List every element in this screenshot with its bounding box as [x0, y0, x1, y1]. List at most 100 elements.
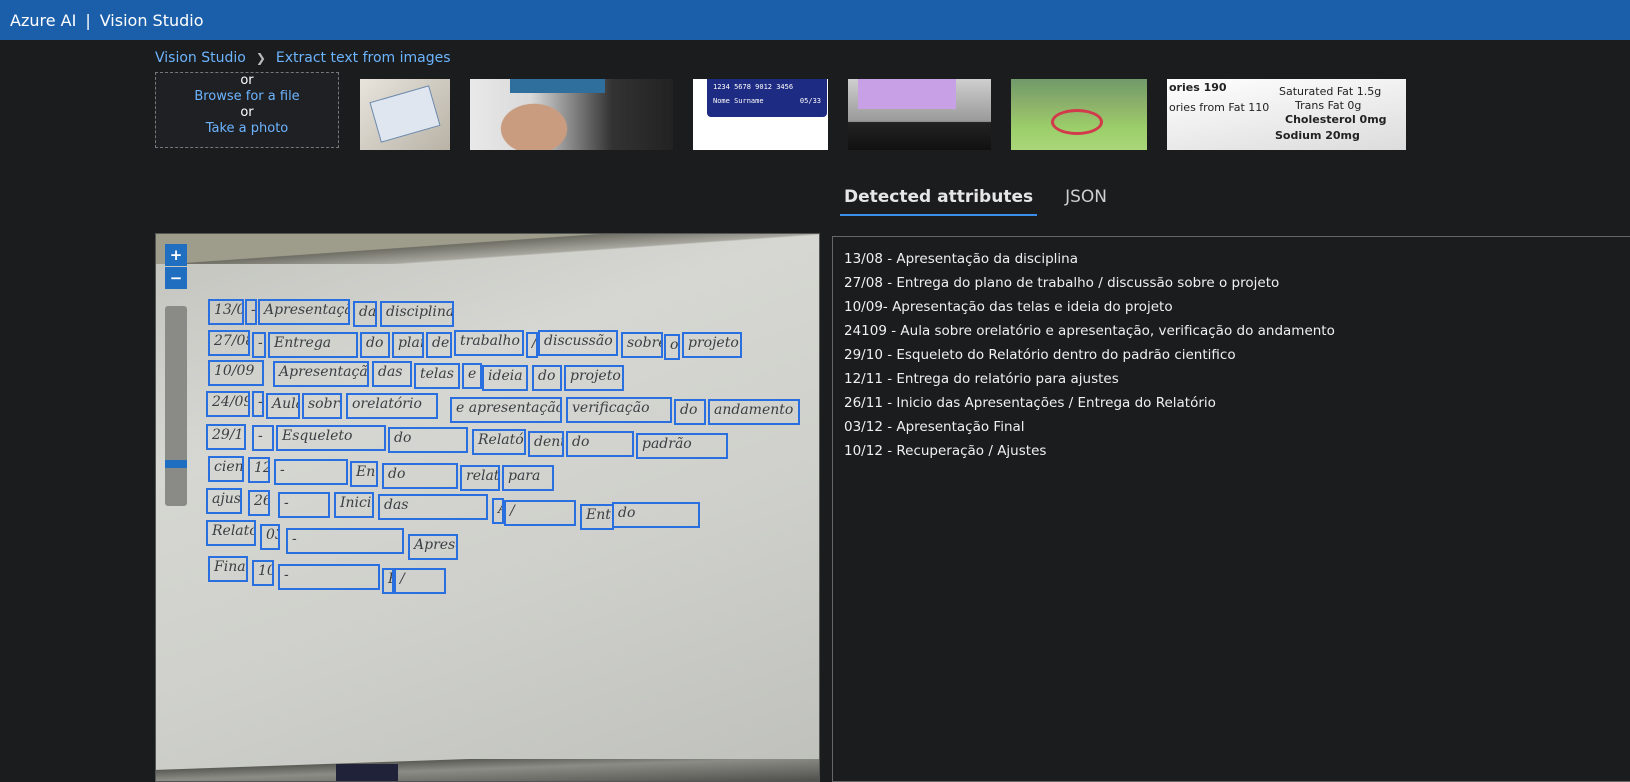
sample-image-nutrition-label[interactable]: ories 190 Saturated Fat 1.5g ories from … — [1167, 79, 1406, 150]
zoom-out-button[interactable]: − — [165, 267, 187, 289]
detected-word-box[interactable]: do — [612, 502, 700, 528]
detected-word-box[interactable]: da — [353, 301, 377, 327]
nutrition-text: Saturated Fat 1.5g — [1279, 85, 1382, 98]
detected-word-box[interactable]: das — [372, 361, 412, 387]
detected-word-box[interactable]: 12/11 — [248, 457, 270, 483]
bicycle-shape — [1051, 109, 1103, 135]
detected-word-box[interactable]: cientifico — [208, 456, 244, 482]
sample-image-credit-card[interactable]: 1234 5678 9012 3456 Nome Surname 05/33 — [693, 79, 828, 150]
id-card-shape — [369, 85, 441, 143]
detected-word-box[interactable]: do — [360, 332, 390, 358]
detected-word-box[interactable]: Inicio — [334, 492, 374, 518]
detected-word-box[interactable]: plano — [392, 332, 424, 358]
image-viewer[interactable]: 13/08-Apresentaçãodadisciplina27/08-Entr… — [155, 233, 820, 782]
whiteboard-rail-bottom — [156, 759, 819, 781]
detected-word-box[interactable]: sobre — [302, 393, 342, 419]
tab-detected-attributes[interactable]: Detected attributes — [840, 180, 1038, 216]
take-photo-link[interactable]: Take a photo — [156, 121, 338, 137]
result-line: 10/12 - Recuperação / Ajustes — [844, 443, 1047, 459]
detected-word-box[interactable]: / — [504, 500, 576, 526]
detected-word-box[interactable]: - — [286, 528, 404, 554]
detected-word-box[interactable]: sobre — [621, 332, 663, 358]
detected-word-box[interactable]: relatório — [460, 465, 500, 491]
detected-word-box[interactable]: do — [674, 399, 706, 425]
detected-word-box[interactable]: ideia — [482, 365, 528, 391]
detected-word-box[interactable]: Apresentação — [258, 299, 350, 325]
sample-image-bicycle[interactable] — [1011, 79, 1147, 150]
credit-card-name: Nome Surname — [713, 97, 764, 105]
detected-word-box[interactable]: de — [426, 332, 452, 358]
detected-word-box[interactable]: Relatório — [472, 429, 526, 455]
sample-image-sticky-note[interactable] — [848, 79, 991, 150]
detected-word-box[interactable]: - — [278, 564, 380, 590]
detected-word-box[interactable]: 29/10 — [206, 424, 246, 450]
detected-word-box[interactable]: Final — [208, 556, 248, 582]
nutrition-text: Trans Fat 0g — [1295, 99, 1362, 112]
detected-word-box[interactable]: - — [278, 492, 330, 518]
nutrition-text: Sodium 20mg — [1275, 129, 1360, 142]
detected-word-box[interactable]: trabalho — [454, 330, 524, 356]
detected-word-box[interactable]: orelatório — [346, 393, 438, 419]
detected-word-box[interactable]: - — [245, 299, 257, 325]
detected-word-box[interactable]: projeto — [682, 332, 742, 358]
detected-word-box[interactable]: Entrega — [580, 504, 614, 530]
detected-word-box[interactable]: do — [566, 431, 634, 457]
detected-word-box[interactable]: verificação — [566, 397, 672, 423]
detected-word-box[interactable]: Apresentação — [408, 534, 458, 560]
detected-word-box[interactable]: o — [664, 334, 680, 360]
detected-word-box[interactable]: Relatório — [206, 520, 256, 546]
detected-word-box[interactable]: - — [252, 332, 266, 358]
detected-word-box[interactable]: Recuperação — [382, 568, 394, 594]
detected-word-box[interactable]: 10/09 — [208, 360, 264, 386]
browse-file-link[interactable]: Browse for a file — [156, 89, 338, 105]
detected-word-box[interactable]: / — [394, 568, 446, 594]
result-line: 27/08 - Entrega do plano de trabalho / d… — [844, 275, 1280, 291]
detected-word-box[interactable]: 27/08 — [208, 330, 250, 356]
detected-word-box[interactable]: 13/08 — [208, 299, 244, 325]
tab-json[interactable]: JSON — [1061, 180, 1111, 216]
detected-word-box[interactable]: andamento — [708, 399, 800, 425]
detected-word-box[interactable]: ajustes — [206, 488, 242, 514]
or-label: or — [240, 73, 254, 88]
zoom-slider-thumb[interactable] — [165, 460, 187, 468]
detected-word-box[interactable]: do — [388, 427, 468, 453]
detected-word-box[interactable]: - — [274, 459, 348, 485]
detected-word-box[interactable]: 03/12 — [260, 524, 280, 550]
detected-word-box[interactable]: das — [378, 494, 488, 520]
detected-word-box[interactable]: Entrega — [350, 461, 378, 487]
detected-word-box[interactable]: discussão — [538, 330, 618, 356]
breadcrumb-current[interactable]: Extract text from images — [276, 50, 451, 66]
zoom-in-button[interactable]: + — [165, 244, 187, 266]
detected-word-box[interactable]: e apresentação — [450, 397, 562, 423]
detected-word-box[interactable]: padrão — [636, 433, 728, 459]
zoom-slider[interactable] — [165, 306, 187, 506]
sample-image-card-photo[interactable] — [360, 79, 450, 150]
detected-word-box[interactable]: do — [382, 463, 458, 489]
detected-word-box[interactable]: do — [532, 365, 562, 391]
detected-word-box[interactable]: para — [502, 465, 554, 491]
detected-word-box[interactable]: e — [462, 363, 482, 389]
sample-image-person-id[interactable] — [470, 79, 673, 150]
detected-word-box[interactable]: / — [526, 332, 538, 358]
upload-dropzone[interactable]: or Browse for a file or Take a photo — [155, 72, 339, 148]
detected-word-box[interactable]: projeto — [564, 365, 624, 391]
detected-word-box[interactable]: 24/09 — [206, 391, 250, 417]
detected-word-box[interactable]: disciplina — [380, 301, 454, 327]
detected-word-box[interactable]: Apresentação — [273, 361, 369, 387]
detected-word-box[interactable]: Aula — [266, 393, 300, 419]
detected-word-box[interactable]: 26/11 — [248, 490, 270, 516]
whiteboard-eraser — [336, 764, 398, 781]
detected-word-box[interactable]: Entrega — [268, 332, 358, 358]
detected-word-box[interactable]: Esqueleto — [276, 425, 386, 451]
result-line: 13/08 - Apresentação da disciplina — [844, 251, 1078, 267]
detected-word-box[interactable]: - — [252, 425, 274, 451]
product-name[interactable]: Vision Studio — [100, 11, 204, 30]
detected-word-box[interactable]: - — [252, 391, 264, 417]
brand-label[interactable]: Azure AI — [10, 11, 76, 30]
detected-word-box[interactable]: dentro — [528, 431, 564, 457]
brand-separator: | — [85, 10, 91, 30]
detected-word-box[interactable]: 10/12 — [252, 560, 274, 586]
detected-word-box[interactable]: Apresentações — [492, 498, 504, 524]
detected-word-box[interactable]: telas — [414, 363, 460, 389]
breadcrumb-home[interactable]: Vision Studio — [155, 50, 246, 66]
